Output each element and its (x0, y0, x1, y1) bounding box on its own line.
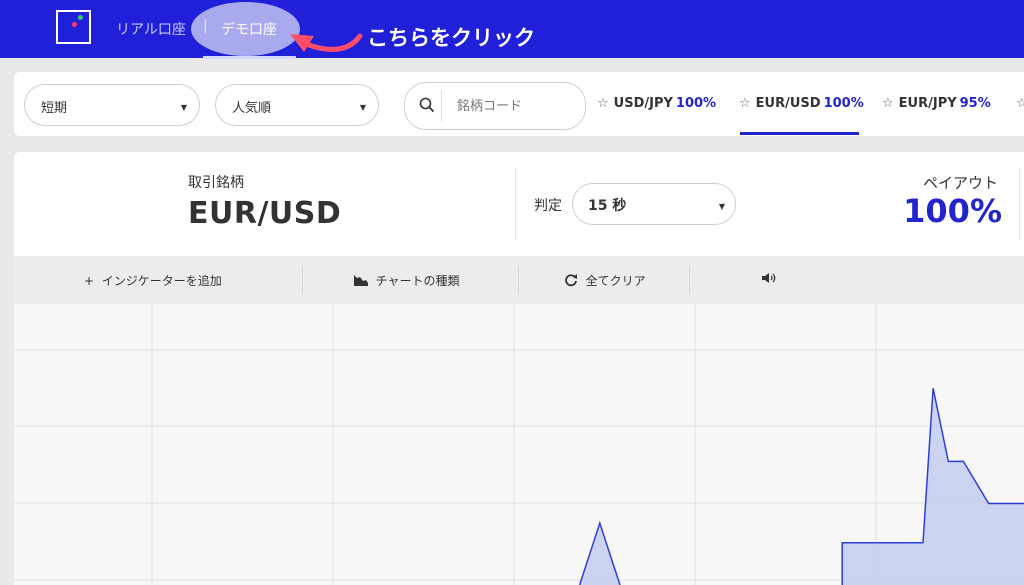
demo-underline (203, 56, 296, 59)
symbol-tab-next[interactable]: ☆ (1016, 96, 1024, 111)
symbol-tab-usdjpy[interactable]: ☆ USD/JPY 100% (597, 96, 716, 111)
add-indicator-button[interactable]: + インジケーターを追加 (84, 272, 222, 289)
filter-bar: 短期 ▼ 人気順 ▼ ☆USD/JPY100% ☆EUR/USD100% ☆EU… (14, 72, 1024, 136)
real-account-link[interactable]: リアル口座 (116, 19, 186, 39)
clear-all-label: 全てクリア (585, 274, 646, 288)
symbol-tab-payout: 100% (823, 96, 864, 111)
divider (515, 168, 516, 240)
active-tab-indicator (740, 132, 859, 135)
symbol-value: EUR/USD (188, 196, 342, 231)
symbol-tab-payout: 95% (959, 96, 991, 111)
star-icon[interactable]: ☆ (882, 96, 894, 111)
toolbar-divider (518, 266, 519, 294)
payout-label: ペイアウト (922, 174, 998, 192)
chart-type-button[interactable]: チャートの種類 (354, 272, 460, 289)
annotation-text: こちらをクリック (367, 26, 535, 50)
chart-type-label: チャートの種類 (375, 274, 460, 288)
symbol-tab-payout: 100% (675, 96, 717, 111)
chart-toolbar: + インジケーターを追加 チャートの種類 全てクリア (14, 256, 1024, 304)
caret-down-icon: ▼ (718, 202, 725, 211)
sort-select[interactable]: 人気順 ▼ (215, 84, 379, 126)
star-icon[interactable]: ☆ (597, 96, 609, 111)
search-icon (419, 97, 435, 113)
period-select-value: 短期 (41, 101, 68, 116)
divider (1019, 168, 1020, 240)
speaker-icon (762, 273, 776, 283)
search-box[interactable] (404, 82, 586, 130)
search-divider (441, 90, 442, 122)
symbol-tab-eurjpy[interactable]: ☆ EUR/JPY 95% (882, 96, 991, 111)
refresh-icon (565, 274, 577, 287)
expiry-select[interactable]: 15 秒 ▼ (572, 183, 736, 225)
symbol-tab-name: EUR/USD (755, 96, 821, 111)
logo-dot-green (78, 15, 83, 20)
star-icon[interactable]: ☆ (739, 96, 751, 111)
nav-separator: | (203, 18, 208, 34)
search-input[interactable] (457, 95, 577, 117)
price-area (579, 388, 1024, 585)
caret-down-icon: ▼ (359, 103, 366, 112)
price-chart[interactable] (14, 304, 1024, 585)
symbol-label: 取引銘柄 (188, 175, 244, 191)
payout-value: 100% (903, 192, 1002, 230)
sort-select-value: 人気順 (232, 101, 272, 116)
symbol-tab-name: EUR/JPY (898, 96, 957, 111)
symbol-tab-eurusd[interactable]: ☆ EUR/USD 100% (739, 96, 864, 111)
expiry-label: 判定 (534, 198, 562, 214)
star-icon[interactable]: ☆ (1016, 96, 1024, 111)
chart-canvas (14, 304, 1024, 585)
chart-type-icon (354, 275, 368, 286)
plus-icon: + (84, 274, 95, 288)
period-select[interactable]: 短期 ▼ (24, 84, 200, 126)
arrow-icon (290, 33, 363, 52)
demo-account-link[interactable]: デモ口座 (221, 19, 277, 39)
caret-down-icon: ▼ (180, 103, 187, 112)
clear-all-button[interactable]: 全てクリア (564, 272, 646, 289)
logo-dot-red (72, 22, 77, 27)
expiry-select-value: 15 秒 (588, 198, 627, 214)
logo-icon[interactable] (56, 10, 91, 44)
top-bar: リアル口座 | デモ口座 こちらをクリック (0, 0, 1024, 59)
toolbar-divider (302, 266, 303, 294)
trade-info-panel: 取引銘柄 EUR/USD 判定 15 秒 ▼ ペイアウト 100% (14, 152, 1024, 256)
sound-button[interactable] (762, 272, 777, 286)
symbol-tab-name: USD/JPY (613, 96, 673, 111)
add-indicator-label: インジケーターを追加 (101, 274, 222, 288)
toolbar-divider (689, 266, 690, 294)
